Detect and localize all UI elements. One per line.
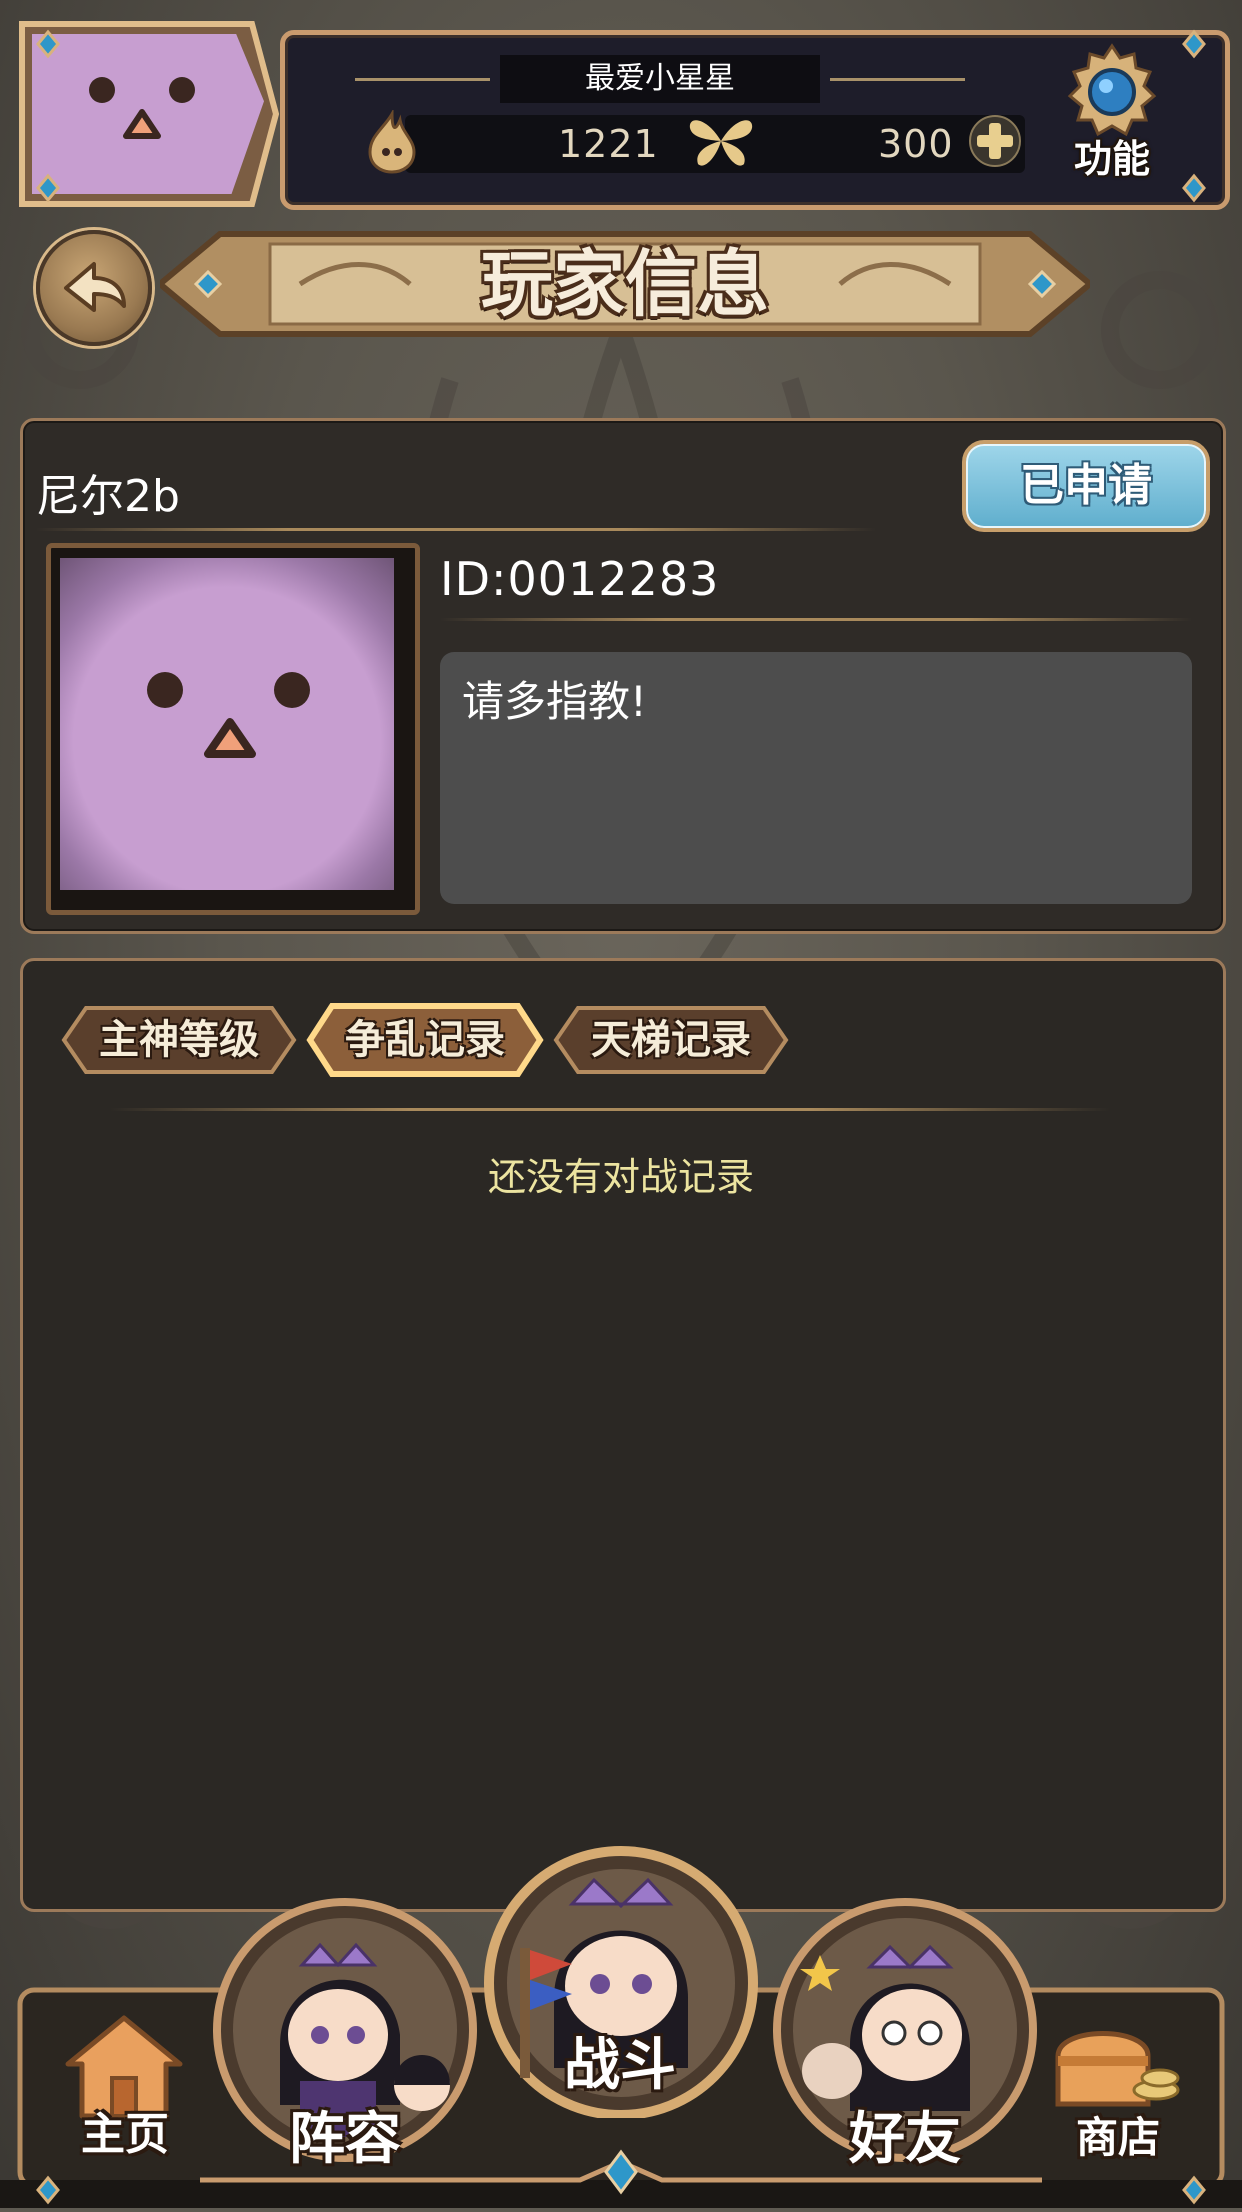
back-arrow-icon: [64, 262, 126, 312]
applied-button[interactable]: 已申请: [962, 440, 1210, 532]
page-title: 玩家信息: [480, 242, 769, 326]
records-panel: [20, 958, 1226, 1912]
empty-state-text: 还没有对战记录: [487, 1155, 754, 1199]
avatar-face-icon: [147, 672, 310, 758]
tab-label: 主神等级: [99, 1017, 259, 1063]
nav-lineup[interactable]: 阵容: [270, 2094, 420, 2175]
nav-shop[interactable]: 商店: [1048, 2104, 1188, 2165]
nav-friends[interactable]: 好友: [830, 2094, 980, 2175]
back-button[interactable]: [36, 230, 152, 346]
divider: [440, 618, 1192, 621]
nav-battle[interactable]: 战斗: [545, 2020, 695, 2101]
divider: [36, 528, 876, 531]
treasure-chest-icon[interactable]: [1048, 2016, 1180, 2112]
corner-ornaments: [36, 29, 1206, 203]
player-name: 尼尔2b: [36, 471, 180, 522]
player-motto: 请多指教!: [462, 677, 647, 726]
tab-god-level[interactable]: 主神等级: [60, 1000, 298, 1080]
tab-ladder-record[interactable]: 天梯记录: [552, 1000, 790, 1080]
tab-battle-record[interactable]: 争乱记录: [306, 1000, 544, 1080]
top-bar: 最爱小星星 1221 300 功能: [0, 0, 1242, 215]
tab-label: 天梯记录: [591, 1017, 751, 1063]
tab-label: 争乱记录: [345, 1017, 505, 1063]
player-id: ID:0012283: [440, 552, 720, 606]
profile-avatar: [60, 558, 394, 890]
nav-home[interactable]: 主页: [60, 2098, 190, 2162]
divider: [110, 1108, 1110, 1111]
